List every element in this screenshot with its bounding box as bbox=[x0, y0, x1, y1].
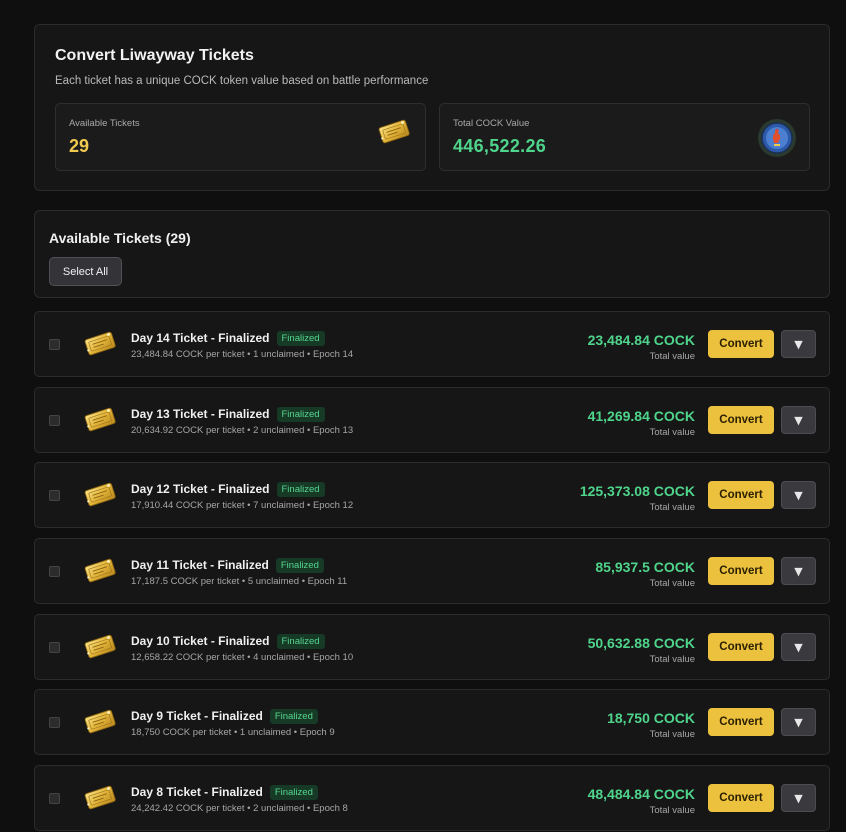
ticket-details: 17,910.44 COCK per ticket • 7 unclaimed … bbox=[131, 500, 354, 511]
convert-button[interactable]: Convert bbox=[708, 633, 774, 661]
ticket-details: 17,187.5 COCK per ticket • 5 unclaimed •… bbox=[131, 576, 348, 587]
convert-button[interactable]: Convert bbox=[708, 784, 774, 812]
ticket-details: 18,750 COCK per ticket • 1 unclaimed • E… bbox=[131, 727, 335, 738]
ticket-name: Day 13 Ticket - Finalized Finalized bbox=[131, 407, 325, 422]
ticket-total-label: Total value bbox=[649, 427, 695, 438]
ticket-total-value: 85,937.5 COCK bbox=[595, 559, 695, 575]
ticket-title: Day 11 Ticket - Finalized bbox=[131, 558, 269, 572]
ticket-details: 20,634.92 COCK per ticket • 2 unclaimed … bbox=[131, 425, 354, 436]
ticket-details: 23,484.84 COCK per ticket • 1 unclaimed … bbox=[131, 349, 354, 360]
status-badge: Finalized bbox=[276, 331, 325, 346]
available-tickets-label: Available Tickets bbox=[69, 118, 140, 129]
ticket-total-label: Total value bbox=[649, 578, 695, 589]
ticket-total-label: Total value bbox=[649, 729, 695, 740]
ticket-total-value: 50,632.88 COCK bbox=[587, 635, 695, 651]
chevron-down-icon[interactable]: ▼ bbox=[781, 708, 816, 736]
status-badge: Finalized bbox=[269, 709, 318, 724]
ticket-details: 12,658.22 COCK per ticket • 4 unclaimed … bbox=[131, 652, 354, 663]
chevron-down-icon[interactable]: ▼ bbox=[781, 406, 816, 434]
status-badge: Finalized bbox=[276, 482, 325, 497]
ticket-total-label: Total value bbox=[649, 654, 695, 665]
total-value-label: Total COCK Value bbox=[453, 118, 530, 129]
chevron-down-icon[interactable]: ▼ bbox=[781, 330, 816, 358]
ticket-row[interactable]: Day 13 Ticket - Finalized Finalized 20,634… bbox=[34, 387, 830, 453]
ticket-checkbox[interactable] bbox=[49, 566, 60, 577]
total-value-card: Total COCK Value 446,522.26 bbox=[439, 103, 810, 171]
ticket-checkbox[interactable] bbox=[49, 490, 60, 501]
total-value-amount: 446,522.26 bbox=[453, 136, 547, 156]
chevron-down-icon[interactable]: ▼ bbox=[781, 633, 816, 661]
convert-tickets-panel: Convert Liwayway Tickets Each ticket has… bbox=[34, 24, 830, 191]
ticket-name: Day 12 Ticket - Finalized Finalized bbox=[131, 482, 325, 497]
convert-button[interactable]: Convert bbox=[708, 557, 774, 585]
golden-ticket-icon bbox=[83, 480, 117, 508]
ticket-name: Day 9 Ticket - Finalized Finalized bbox=[131, 709, 318, 724]
ticket-total-label: Total value bbox=[649, 351, 695, 362]
ticket-total-value: 125,373.08 COCK bbox=[579, 483, 695, 499]
ticket-name: Day 10 Ticket - Finalized Finalized bbox=[131, 634, 325, 649]
chevron-down-icon[interactable]: ▼ bbox=[781, 481, 816, 509]
ticket-checkbox[interactable] bbox=[49, 717, 60, 728]
page-subtitle: Each ticket has a unique COCK token valu… bbox=[55, 75, 429, 87]
page-title: Convert Liwayway Tickets bbox=[55, 47, 254, 64]
ticket-details: 24,242.42 COCK per ticket • 2 unclaimed … bbox=[131, 803, 348, 814]
ticket-checkbox[interactable] bbox=[49, 339, 60, 350]
ticket-total-value: 41,269.84 COCK bbox=[587, 408, 695, 424]
status-badge: Finalized bbox=[276, 634, 325, 649]
ticket-total-label: Total value bbox=[649, 805, 695, 816]
ticket-title: Day 10 Ticket - Finalized bbox=[131, 634, 270, 648]
status-badge: Finalized bbox=[269, 785, 318, 800]
ticket-checkbox[interactable] bbox=[49, 642, 60, 653]
ticket-name: Day 11 Ticket - Finalized Finalized bbox=[131, 558, 324, 573]
golden-ticket-icon bbox=[83, 632, 117, 660]
ticket-row[interactable]: Day 14 Ticket - Finalized Finalized 23,484… bbox=[34, 311, 830, 377]
golden-ticket-icon bbox=[83, 329, 117, 357]
ticket-total-value: 48,484.84 COCK bbox=[587, 786, 695, 802]
golden-ticket-icon bbox=[83, 783, 117, 811]
ticket-row[interactable]: Day 9 Ticket - Finalized Finalized 18,750 … bbox=[34, 689, 830, 755]
available-tickets-value: 29 bbox=[69, 136, 90, 156]
golden-ticket-icon bbox=[83, 707, 117, 735]
ticket-row[interactable]: Day 10 Ticket - Finalized Finalized 12,658… bbox=[34, 614, 830, 680]
ticket-title: Day 13 Ticket - Finalized bbox=[131, 407, 270, 421]
tickets-list-title: Available Tickets (29) bbox=[49, 230, 191, 246]
convert-button[interactable]: Convert bbox=[708, 708, 774, 736]
ticket-title: Day 12 Ticket - Finalized bbox=[131, 482, 270, 496]
convert-button[interactable]: Convert bbox=[708, 330, 774, 358]
golden-ticket-icon bbox=[83, 405, 117, 433]
select-all-button[interactable]: Select All bbox=[49, 257, 122, 286]
available-tickets-card: Available Tickets 29 bbox=[55, 103, 426, 171]
cock-token-icon bbox=[758, 119, 796, 157]
golden-ticket-icon bbox=[83, 556, 117, 584]
ticket-checkbox[interactable] bbox=[49, 415, 60, 426]
ticket-total-value: 18,750 COCK bbox=[607, 710, 695, 726]
ticket-row[interactable]: Day 11 Ticket - Finalized Finalized 17,187… bbox=[34, 538, 830, 604]
chevron-down-icon[interactable]: ▼ bbox=[781, 557, 816, 585]
tickets-list-header: Available Tickets (29) Select All bbox=[34, 210, 830, 298]
convert-button[interactable]: Convert bbox=[708, 406, 774, 434]
ticket-name: Day 8 Ticket - Finalized Finalized bbox=[131, 785, 318, 800]
golden-ticket-icon bbox=[377, 118, 411, 144]
ticket-total-value: 23,484.84 COCK bbox=[587, 332, 695, 348]
ticket-row[interactable]: Day 8 Ticket - Finalized Finalized 24,242.… bbox=[34, 765, 830, 831]
ticket-row[interactable]: Day 12 Ticket - Finalized Finalized 17,910… bbox=[34, 462, 830, 528]
ticket-checkbox[interactable] bbox=[49, 793, 60, 804]
convert-button[interactable]: Convert bbox=[708, 481, 774, 509]
ticket-total-label: Total value bbox=[649, 502, 695, 513]
ticket-title: Day 14 Ticket - Finalized bbox=[131, 331, 270, 345]
status-badge: Finalized bbox=[276, 407, 325, 422]
ticket-title: Day 8 Ticket - Finalized bbox=[131, 785, 263, 799]
chevron-down-icon[interactable]: ▼ bbox=[781, 784, 816, 812]
ticket-name: Day 14 Ticket - Finalized Finalized bbox=[131, 331, 325, 346]
ticket-title: Day 9 Ticket - Finalized bbox=[131, 709, 263, 723]
status-badge: Finalized bbox=[275, 558, 324, 573]
